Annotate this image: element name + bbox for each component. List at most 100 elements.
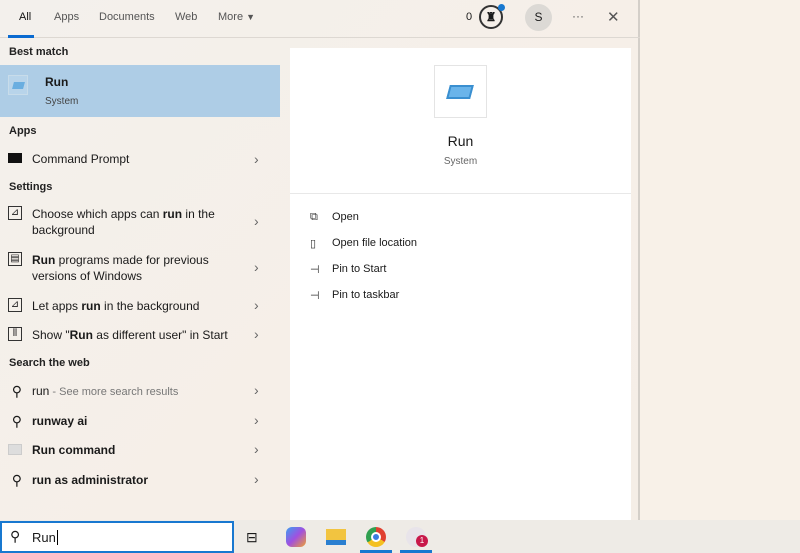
- list-item-label: Let apps run in the background: [32, 298, 232, 314]
- chevron-right-icon: ›: [254, 297, 259, 313]
- active-tab-indicator: [8, 35, 34, 38]
- tab-apps[interactable]: Apps: [54, 11, 79, 23]
- search-icon: ⚲: [11, 472, 22, 488]
- list-item-setting[interactable]: ▤ Run programs made for previous versions…: [0, 252, 282, 284]
- start-search-panel: All Apps Documents Web More ▼ 0 ♜ S ··· …: [0, 0, 640, 520]
- label-highlight: run: [81, 299, 101, 313]
- chevron-right-icon: ›: [254, 151, 259, 167]
- action-label: Open file location: [332, 237, 417, 249]
- background-apps-icon: ⊿: [8, 206, 22, 220]
- best-match-heading: Best match: [9, 46, 69, 58]
- list-item-label: runway ai: [32, 413, 232, 429]
- task-view-icon[interactable]: ⊟: [246, 527, 266, 547]
- label-text: Show ": [32, 328, 70, 342]
- list-item-label: run as administrator: [32, 472, 232, 488]
- best-match-run[interactable]: Run System: [0, 65, 280, 117]
- run-app-icon: [8, 75, 28, 95]
- label-text: run: [32, 383, 50, 398]
- list-item-web[interactable]: ⚲ run - See more search results ›: [0, 382, 282, 400]
- list-item-web[interactable]: ⚲ run as administrator ›: [0, 471, 282, 488]
- tab-documents[interactable]: Documents: [99, 11, 155, 23]
- web-heading: Search the web: [9, 357, 90, 369]
- label-highlight: Run: [32, 253, 56, 267]
- command-prompt-icon: [8, 153, 22, 163]
- label-text: in the background: [100, 299, 200, 313]
- pin-icon: ⊣: [310, 290, 320, 302]
- action-label: Pin to taskbar: [332, 289, 400, 301]
- search-icon: ⚲: [11, 383, 22, 399]
- list-item-label: run - See more search results: [32, 383, 232, 400]
- divider: [290, 193, 631, 194]
- search-value: Run: [32, 530, 58, 545]
- tab-all[interactable]: All: [19, 11, 31, 23]
- tab-more[interactable]: More ▼: [218, 11, 255, 23]
- action-open-file-location[interactable]: ▯ Open file location: [310, 237, 417, 250]
- apps-heading: Apps: [9, 125, 37, 137]
- action-label: Open: [332, 211, 359, 223]
- preview-title: Run: [447, 133, 474, 149]
- label-text: Let apps: [32, 299, 82, 313]
- list-item-setting[interactable]: ⊿ Choose which apps can run in the backgr…: [0, 206, 282, 238]
- list-item-label: Command Prompt: [32, 152, 130, 166]
- best-match-subtitle: System: [45, 96, 79, 107]
- label-text: Choose which apps can: [32, 207, 163, 221]
- search-tabs: All Apps Documents Web More ▼ 0 ♜ S ··· …: [0, 0, 640, 38]
- label-highlight: run: [162, 207, 183, 221]
- label-suffix: - See more search results: [49, 385, 179, 398]
- pin-icon: ⊣: [310, 264, 320, 276]
- action-label: Pin to Start: [332, 263, 387, 275]
- label-text: as different user" in Start: [92, 328, 228, 342]
- label-text: runway ai: [32, 414, 88, 428]
- label-text: run as administrator: [32, 473, 149, 487]
- file-explorer-icon[interactable]: [326, 529, 346, 545]
- action-pin-to-start[interactable]: ⊣ Pin to Start: [310, 263, 386, 276]
- chevron-right-icon: ›: [254, 259, 259, 275]
- settings-heading: Settings: [9, 181, 53, 193]
- search-icon: ⚲: [11, 413, 22, 429]
- preview-pane: Run System ⧉ Open ▯ Open file location ⊣ Pin …: [290, 48, 631, 520]
- preview-run-icon: [434, 65, 487, 118]
- label-text: Run command: [32, 443, 116, 457]
- label-text: programs made for previous versions of W…: [32, 253, 209, 283]
- chrome-icon[interactable]: [366, 527, 386, 547]
- chevron-right-icon: ›: [254, 441, 259, 457]
- chevron-right-icon: ›: [254, 213, 259, 229]
- more-options-button[interactable]: ···: [572, 9, 584, 23]
- action-open[interactable]: ⧉ Open: [310, 211, 359, 224]
- slack-icon[interactable]: 1: [406, 527, 428, 547]
- compatibility-icon: ▤: [8, 252, 22, 266]
- list-item-command-prompt[interactable]: Command Prompt ›: [0, 150, 282, 168]
- search-input[interactable]: ⚲ Run: [0, 521, 234, 553]
- list-item-label: Run programs made for previous versions …: [32, 252, 232, 284]
- list-item-web[interactable]: Run command ›: [0, 441, 282, 458]
- chevron-right-icon: ›: [254, 382, 259, 398]
- open-icon: ⧉: [310, 211, 318, 223]
- tab-more-label: More: [218, 11, 244, 23]
- developer-settings-icon: ⫴: [8, 327, 22, 341]
- copilot-icon[interactable]: [286, 527, 306, 547]
- caret-down-icon: ▼: [246, 12, 256, 22]
- chevron-right-icon: ›: [254, 471, 259, 487]
- tab-web[interactable]: Web: [175, 11, 197, 23]
- list-item-label: Choose which apps can run in the backgro…: [32, 206, 232, 238]
- close-button[interactable]: ✕: [607, 8, 620, 26]
- action-pin-to-taskbar[interactable]: ⊣ Pin to taskbar: [310, 289, 399, 302]
- list-item-web[interactable]: ⚲ runway ai ›: [0, 412, 282, 429]
- search-icon: ⚲: [10, 528, 21, 544]
- rewards-points: 0: [466, 11, 473, 23]
- folder-icon: ▯: [310, 238, 317, 250]
- notification-badge: 1: [416, 535, 428, 547]
- run-command-icon: [8, 444, 22, 455]
- list-item-setting[interactable]: ⫴ Show "Run as different user" in Start ›: [0, 326, 282, 343]
- best-match-title: Run: [45, 75, 69, 89]
- background-apps-icon: ⊿: [8, 298, 22, 312]
- notification-dot: [498, 4, 505, 11]
- list-item-label: Show "Run as different user" in Start: [32, 327, 232, 343]
- preview-subtitle: System: [443, 156, 478, 167]
- label-highlight: Run: [69, 328, 93, 342]
- avatar[interactable]: S: [525, 4, 552, 31]
- list-item-setting[interactable]: ⊿ Let apps run in the background ›: [0, 297, 282, 314]
- list-item-label: Run command: [32, 442, 232, 458]
- chevron-right-icon: ›: [254, 326, 259, 342]
- chevron-right-icon: ›: [254, 412, 259, 428]
